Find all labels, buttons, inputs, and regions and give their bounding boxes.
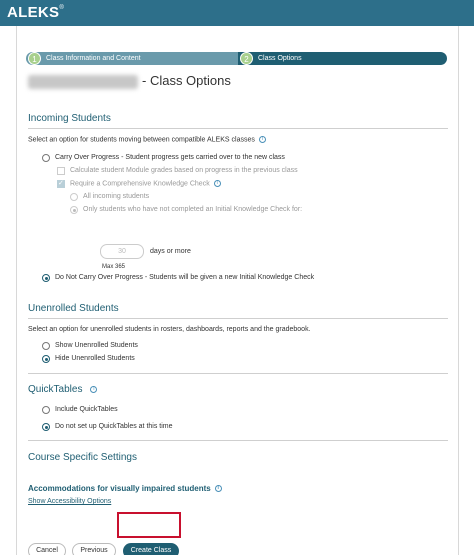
step-class-information[interactable]: 1 Class Information and Content	[26, 52, 238, 65]
create-class-highlight	[117, 512, 181, 538]
divider	[28, 440, 448, 441]
info-icon[interactable]: i	[90, 385, 98, 393]
show-accessibility-link[interactable]: Show Accessibility Options	[28, 498, 111, 505]
do-not-carry-radio[interactable]	[42, 274, 50, 282]
all-incoming-label: All incoming students	[83, 193, 150, 200]
logo-text: ALEKS	[7, 4, 60, 21]
course-specific-title: Course Specific Settings	[28, 452, 137, 463]
class-options-panel: 1 Class Information and Content 2 Class …	[16, 26, 459, 555]
incoming-students-title: Incoming Students	[28, 113, 111, 124]
blurred-class-name	[28, 74, 138, 89]
page-title: - Class Options	[28, 73, 231, 89]
unenrolled-description: Select an option for unenrolled students…	[28, 326, 311, 333]
calculate-module-label: Calculate student Module grades based on…	[70, 167, 298, 174]
info-icon[interactable]: i	[258, 136, 266, 143]
only-students-label: Only students who have not completed an …	[83, 206, 303, 213]
create-class-button[interactable]: Create Class	[123, 543, 179, 555]
cancel-button[interactable]: Cancel	[28, 543, 66, 555]
wizard-stepper: 1 Class Information and Content 2 Class …	[26, 52, 447, 65]
no-quicktables-label: Do not set up QuickTables at this time	[55, 423, 173, 430]
divider	[28, 128, 448, 129]
unenrolled-students-title: Unenrolled Students	[28, 303, 119, 314]
logo-mark: ®	[59, 5, 65, 11]
divider	[28, 373, 448, 374]
days-label: days or more	[150, 248, 191, 255]
step-class-options: 2 Class Options	[238, 52, 447, 65]
max-label: Max 365	[102, 264, 126, 270]
days-input[interactable]: 30	[100, 244, 144, 259]
aleks-logo[interactable]: ALEKS®	[7, 4, 64, 21]
step-label: Class Information and Content	[46, 55, 141, 62]
accommodations-heading: Accommodations for visually impaired stu…	[28, 484, 222, 493]
step-number: 1	[28, 52, 41, 65]
calculate-module-checkbox[interactable]	[57, 167, 65, 175]
require-knowledge-check-label: Require a Comprehensive Knowledge Check i	[70, 180, 221, 187]
info-icon[interactable]: i	[213, 180, 221, 187]
divider	[28, 318, 448, 319]
carry-over-label: Carry Over Progress - Student progress g…	[55, 154, 285, 161]
include-quicktables-radio[interactable]	[42, 406, 50, 414]
show-unenrolled-radio[interactable]	[42, 342, 50, 350]
do-not-carry-label: Do Not Carry Over Progress - Students wi…	[55, 274, 315, 281]
info-icon[interactable]: i	[214, 485, 222, 493]
all-incoming-radio[interactable]	[70, 193, 78, 201]
top-bar: ALEKS®	[0, 0, 474, 26]
incoming-description: Select an option for students moving bet…	[28, 136, 266, 143]
hide-unenrolled-label: Hide Unenrolled Students	[55, 355, 135, 362]
only-students-radio[interactable]	[70, 206, 78, 214]
hide-unenrolled-radio[interactable]	[42, 355, 50, 363]
step-label: Class Options	[258, 55, 302, 62]
no-quicktables-radio[interactable]	[42, 423, 50, 431]
carry-over-radio[interactable]	[42, 154, 50, 162]
quicktables-title: QuickTables i	[28, 384, 98, 395]
previous-button[interactable]: Previous	[72, 543, 116, 555]
require-knowledge-check-checkbox[interactable]	[57, 179, 65, 188]
include-quicktables-label: Include QuickTables	[55, 406, 118, 413]
show-unenrolled-label: Show Unenrolled Students	[55, 342, 138, 349]
step-number: 2	[240, 52, 253, 65]
page-title-suffix: - Class Options	[142, 73, 231, 88]
